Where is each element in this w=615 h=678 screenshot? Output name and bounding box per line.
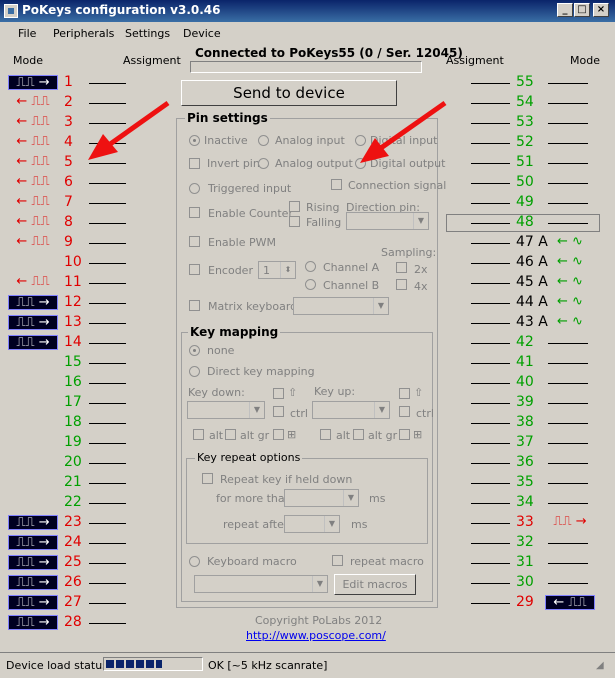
annotation-arrow-right <box>360 100 447 163</box>
arrow-shaft <box>104 100 170 150</box>
arrow-shaft <box>376 100 447 153</box>
arrow-head <box>88 134 118 160</box>
annotation-arrow-left <box>88 100 170 160</box>
annotation-arrows <box>88 100 447 163</box>
arrow-head <box>360 138 389 163</box>
